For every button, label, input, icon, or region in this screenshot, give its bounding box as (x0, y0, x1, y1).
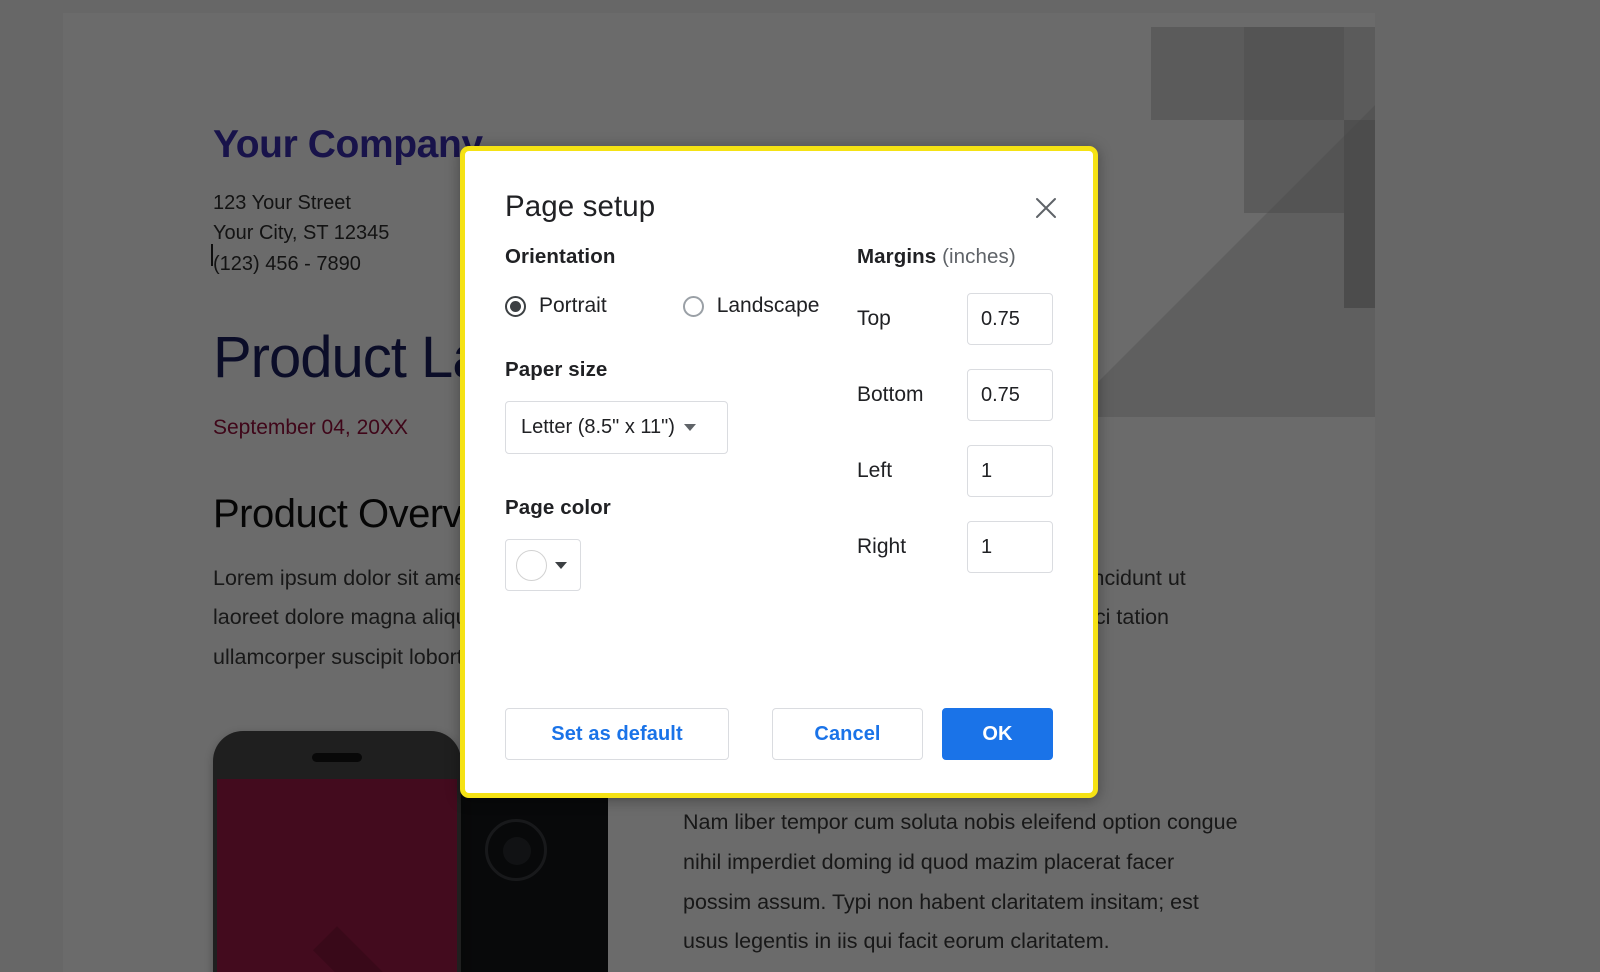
screen-chevron-graphic (259, 926, 415, 972)
page-color-group: Page color (505, 496, 857, 591)
page-setup-dialog: Page setup Orientation Portrait Landscap… (460, 146, 1098, 798)
dialog-body: Orientation Portrait Landscape Paper siz… (465, 229, 1093, 591)
margin-right-input[interactable] (967, 521, 1053, 573)
dialog-title: Page setup (505, 190, 656, 223)
phone-screen (217, 779, 457, 972)
cancel-button[interactable]: Cancel (772, 708, 923, 760)
margin-row-top: Top (857, 293, 1053, 345)
orientation-label: Orientation (505, 245, 616, 268)
body-paragraph-2: Nam liber tempor cum soluta nobis eleife… (683, 810, 1238, 954)
orientation-radio-group: Portrait Landscape (505, 294, 857, 318)
ok-button[interactable]: OK (942, 708, 1053, 760)
camera-dot (503, 837, 531, 865)
dialog-left-column: Orientation Portrait Landscape Paper siz… (505, 229, 857, 591)
page-color-label: Page color (505, 496, 611, 519)
radio-landscape-label: Landscape (716, 294, 820, 317)
text-cursor (211, 243, 213, 266)
radio-option-landscape[interactable]: Landscape (682, 294, 820, 318)
paper-size-select[interactable]: Letter (8.5" x 11") (505, 401, 728, 454)
margin-top-label: Top (857, 307, 891, 330)
margin-right-label: Right (857, 535, 907, 558)
app-root: Your Company 123 Your Street Your City, … (0, 0, 1600, 972)
radio-option-portrait[interactable]: Portrait (505, 294, 607, 318)
margin-left-input[interactable] (967, 445, 1053, 497)
dialog-right-column: Margins (inches) Top Bottom Left Right (857, 229, 1053, 591)
page-color-picker[interactable] (505, 539, 581, 591)
margin-bottom-label: Bottom (857, 383, 924, 406)
camera-lens-icon (485, 819, 547, 881)
paper-size-group: Paper size Letter (8.5" x 11") (505, 358, 857, 454)
margin-row-right: Right (857, 521, 1053, 573)
radio-landscape-icon[interactable] (682, 295, 704, 317)
page-color-swatch (516, 549, 547, 581)
margins-label: Margins (inches) (857, 245, 1053, 269)
chevron-down-icon (555, 561, 567, 569)
body-paragraph-2-wrap: Nam liber tempor cum soluta nobis eleife… (683, 803, 1243, 962)
margin-left-label: Left (857, 459, 893, 482)
paper-size-value: Letter (8.5" x 11") (521, 416, 675, 438)
chevron-down-icon (683, 424, 696, 431)
margin-top-input[interactable] (967, 293, 1053, 345)
paper-size-label: Paper size (505, 358, 608, 381)
margins-title: Margins (857, 245, 937, 268)
phone-front-image (213, 731, 461, 972)
radio-portrait-label: Portrait (539, 294, 607, 317)
radio-portrait-icon[interactable] (505, 295, 526, 317)
margin-row-bottom: Bottom (857, 369, 1053, 421)
phone-back-image (443, 789, 608, 972)
close-icon[interactable] (1029, 191, 1063, 225)
margin-bottom-input[interactable] (967, 369, 1053, 421)
phone-speaker (312, 753, 362, 762)
dialog-footer: Set as default Cancel OK (465, 708, 1093, 760)
margin-row-left: Left (857, 445, 1053, 497)
set-as-default-button[interactable]: Set as default (505, 708, 729, 760)
dialog-header: Page setup (465, 151, 1093, 229)
margins-unit: (inches) (942, 245, 1016, 268)
